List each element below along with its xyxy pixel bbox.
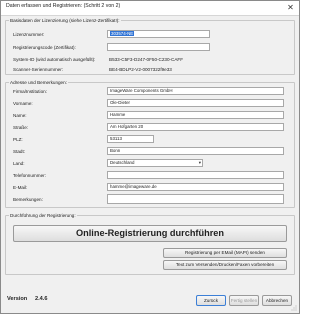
remarks-textarea[interactable]: [107, 194, 284, 204]
zip-label: PLZ:: [13, 137, 23, 142]
zip-input[interactable]: 53113: [107, 135, 154, 143]
window-title: Daten erfassen und Registrieren: (Schrit…: [6, 3, 121, 9]
version-value: 2.4.6: [35, 296, 48, 302]
street-label: Straße:: [13, 125, 29, 130]
registration-window: Daten erfassen und Registrieren: (Schrit…: [0, 0, 300, 314]
system-id-value: B533-C5F3-D247-0F50-C230-CAFF: [109, 57, 184, 62]
email-input[interactable]: hamme@imageware.de: [107, 183, 284, 191]
version-label: Version: [7, 296, 28, 302]
lastname-input[interactable]: Hamme: [107, 111, 284, 119]
phone-input[interactable]: [107, 171, 284, 179]
street-input[interactable]: Am Hofgarten 20: [107, 123, 284, 131]
city-label: Stadt:: [13, 149, 26, 154]
chevron-down-icon: ▾: [198, 160, 201, 165]
company-input[interactable]: ImageWare Components GmbH: [107, 87, 284, 95]
lastname-label: Name:: [13, 113, 27, 118]
country-select-value: Deutschland: [110, 160, 135, 165]
email-registration-button[interactable]: Registrierung per EMail (MAPI) senden: [163, 248, 287, 258]
scanner-serial-value: BE4-BDLP2-V2-0007322f9e33: [109, 67, 172, 72]
text-prepare-button[interactable]: Text zum Versenden/Drucken/Faxen vorbere…: [163, 260, 287, 270]
license-number-label: Lizenznummer:: [13, 32, 45, 37]
registration-code-input[interactable]: [107, 43, 210, 51]
license-number-input[interactable]: 303574-NE: [107, 30, 210, 38]
cancel-button[interactable]: Abbrechen: [262, 295, 292, 306]
firstname-input[interactable]: Ole-Dieter: [107, 99, 284, 107]
back-button[interactable]: Zurück: [196, 295, 226, 306]
license-group-legend: Basisdaten der Lizenzierung (siehe Lizen…: [10, 18, 120, 23]
remarks-label: Bemerkungen:: [13, 197, 43, 202]
company-label: Firma/Institution:: [13, 89, 47, 94]
system-id-label: System-ID (wird automatisch ausgefüllt):: [13, 57, 96, 62]
title-bar: Daten erfassen und Registrieren: (Schrit…: [1, 1, 299, 16]
registration-code-label: Registrierungscode (Zertifikat):: [13, 45, 76, 50]
country-label: Land:: [13, 161, 25, 166]
phone-label: Telefonnummer:: [13, 173, 46, 178]
country-select[interactable]: Deutschland ▾: [107, 159, 203, 167]
resize-grip-icon[interactable]: [291, 305, 297, 311]
registration-group-legend: Durchführung der Registrierung:: [10, 213, 76, 218]
online-registration-button[interactable]: Online-Registrierung durchführen: [13, 225, 287, 242]
address-group-legend: Adresse und Bemerkungen:: [10, 80, 67, 85]
firstname-label: Vorname:: [13, 101, 33, 106]
close-icon[interactable]: ✕: [284, 2, 297, 13]
scanner-serial-label: Scanner-Seriennummer:: [13, 67, 64, 72]
email-label: E-Mail:: [13, 185, 28, 190]
finish-button[interactable]: Fertig stellen: [229, 295, 259, 306]
city-input[interactable]: Bonn: [107, 147, 284, 155]
